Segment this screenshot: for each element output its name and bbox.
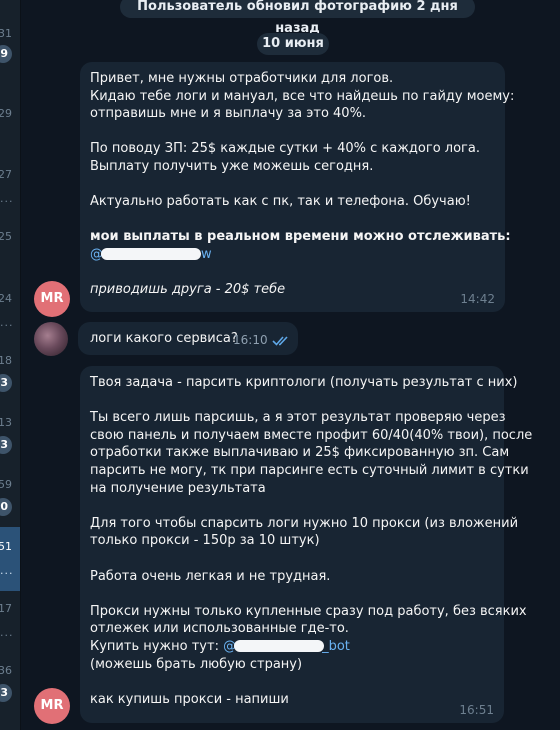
chat-list-preview: ... <box>0 316 14 329</box>
date-divider: 10 июня <box>257 33 329 55</box>
message-line: парсить не могу, тк при парсинге есть су… <box>90 462 529 478</box>
message-time: 16:10 <box>233 333 268 347</box>
sender-avatar[interactable]: MR <box>34 281 70 317</box>
chat-list-preview: ... <box>0 564 14 577</box>
chat-list-time: 51 <box>0 540 12 553</box>
message-line: отлежек или использованные где-то. <box>90 621 349 637</box>
message-line-bold: мои выплаты в реальном времени можно отс… <box>90 229 511 245</box>
buy-label: Купить нужно тут: <box>90 638 224 654</box>
chat-list-time: 29 <box>0 107 12 120</box>
chat-list-preview: ... <box>0 626 14 639</box>
unread-badge: 3 <box>0 436 12 454</box>
message-line: По поводу ЗП: 25$ каждые сутки + 40% с к… <box>90 141 480 157</box>
message-line: как купишь прокси - напиши <box>90 691 289 707</box>
unread-badge: 0 <box>0 498 12 516</box>
message-time: 16:51 <box>459 703 494 717</box>
message-line-italic: приводишь друга - 20$ тебе <box>90 282 286 298</box>
own-avatar[interactable] <box>34 322 68 356</box>
message-time: 14:42 <box>460 292 495 306</box>
chat-list-time: 59 <box>0 478 12 491</box>
sender-avatar[interactable]: MR <box>34 688 70 724</box>
message-line: Актуально работать как с пк, так и телеф… <box>90 194 471 210</box>
redacted-username <box>101 248 201 261</box>
chat-list-time: 27 <box>0 168 12 181</box>
chat-list-time: 17 <box>0 602 12 615</box>
chat-list-time: 36 <box>0 664 12 677</box>
chat-list-time: 24 <box>0 292 12 305</box>
chat-list-time: 25 <box>0 230 12 243</box>
message-line: Привет, мне нужны отработчики для логов. <box>90 71 394 86</box>
chat-list-time: 18 <box>0 354 12 367</box>
unread-badge: 3 <box>0 684 12 702</box>
message-line: Кидаю тебе логи и мануал, все что найдеш… <box>90 88 515 104</box>
chat-list-active-item[interactable] <box>0 527 20 591</box>
chat-list-time: 31 <box>0 27 12 40</box>
message-line: Для того чтобы спарсить логи нужно 10 пр… <box>90 515 519 531</box>
mention-suffix[interactable]: w <box>201 247 212 262</box>
unread-badge: 9 <box>0 45 12 63</box>
message-line: Ты всего лишь парсишь, а я этот результа… <box>90 410 506 426</box>
message-line: отработки также выплачиваю и 25$ фиксиро… <box>90 445 510 461</box>
message-line: на получение результата <box>90 480 266 496</box>
mention-suffix[interactable]: _bot <box>322 639 350 654</box>
chat-list-time: 13 <box>0 416 12 429</box>
buy-link-line[interactable]: Купить нужно тут: @ _bot <box>90 638 494 656</box>
message-line: только прокси - 150р за 10 штук) <box>90 533 320 549</box>
message-line: Выплату получить уже можешь сегодня. <box>90 158 374 174</box>
unread-badge: 3 <box>0 374 12 392</box>
service-message: Пользователь обновил фотографию 2 дня на… <box>120 0 475 36</box>
mention-link-line[interactable]: @ w <box>90 246 495 264</box>
message-line: Прокси нужны только купленные сразу под … <box>90 603 527 619</box>
chat-list-preview: ... <box>0 192 14 205</box>
outgoing-message-bubble[interactable]: логи какого сервиса? 16:10 <box>78 322 298 355</box>
redacted-username <box>234 640 325 653</box>
incoming-message-bubble[interactable]: Привет, мне нужны отработчики для логов.… <box>80 62 515 312</box>
incoming-message-bubble[interactable]: Твоя задача - парсить криптологи (получа… <box>80 366 533 723</box>
chat-list-strip[interactable]: 31 9 29 27 ... 25 24 ... 18 3 13 3 59 0 … <box>0 0 21 730</box>
message-line: свою панель и получаем вместе профит 60/… <box>90 427 533 443</box>
message-line: Твоя задача - парсить криптологи (получа… <box>90 375 518 390</box>
message-text: логи какого сервиса? <box>90 331 238 346</box>
message-line: (можешь брать любую страну) <box>90 656 303 672</box>
double-check-icon <box>272 332 290 351</box>
message-line: Работа очень легкая и не трудная. <box>90 568 331 584</box>
chat-area: Пользователь обновил фотографию 2 дня на… <box>20 0 560 730</box>
message-line: отправишь мне и я выплачу за это 40%. <box>90 106 367 122</box>
